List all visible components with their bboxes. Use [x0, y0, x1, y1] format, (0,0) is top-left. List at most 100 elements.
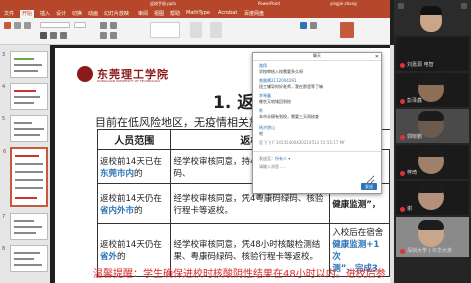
chat-message: 本市半模有到校，需要三天再核查 [259, 114, 319, 119]
mic-muted-icon [400, 99, 405, 104]
dictate-icon[interactable] [340, 22, 354, 38]
thumbnail-slide[interactable]: 7 [2, 213, 48, 240]
title-bar: 返校手册.pptx PowerPoint yingjie zhang [0, 0, 390, 8]
thumbnail-slide[interactable]: 5 [2, 115, 48, 142]
app-window: 返校手册.pptx PowerPoint yingjie zhang 文件 开始… [0, 0, 471, 283]
slide-subtitle: 目前在低风险地区，无疫情相关旅居 [95, 116, 271, 129]
participant-name: 深圳大学 | 许华大弟 [407, 248, 452, 254]
arrange-icon[interactable] [190, 22, 202, 38]
new-slide-icon[interactable] [24, 22, 31, 29]
close-icon[interactable] [461, 3, 467, 9]
thumbnail-number: 6 [3, 149, 7, 155]
participant-name: 谢 [407, 206, 413, 212]
mic-muted-icon [400, 207, 405, 212]
ribbon-tabs: 文件 开始 插入 设计 切换 动画 幻灯片放映 审阅 视图 帮助 MathTyp… [0, 8, 390, 18]
tab-insert[interactable]: 插入 [40, 10, 50, 17]
tab-baidu[interactable]: 百度网盘 [244, 10, 264, 17]
quick-styles-icon[interactable] [210, 22, 222, 38]
participant-name: 梓琦 [407, 170, 418, 176]
chat-panel: 聊天 ✕ 路翔 学校审核入校需要多久呀 曾晨曦2112004291 班工辅导你好… [252, 52, 382, 194]
bold-icon[interactable] [40, 32, 47, 39]
chat-title: 聊天 [313, 53, 321, 58]
thumbnail-number: 5 [2, 116, 6, 122]
tab-review[interactable]: 审阅 [138, 10, 148, 17]
university-name-en: DONGGUAN UNIVERSITY OF TECHNOLOGY [97, 79, 161, 83]
send-to-dropdown[interactable]: 所有人 ▾ [275, 156, 290, 162]
align-left-icon[interactable] [100, 32, 107, 39]
avatar-hair [418, 147, 444, 157]
thumbnail-number: 7 [2, 214, 6, 220]
tab-acrobat[interactable]: Acrobat [218, 10, 237, 16]
cut-icon[interactable] [14, 22, 21, 29]
tab-slideshow[interactable]: 幻灯片放映 [104, 10, 129, 17]
font-selector[interactable] [40, 22, 70, 28]
participants-header [394, 0, 471, 35]
send-to-label: 发送至： [259, 156, 275, 161]
close-icon[interactable]: ✕ [375, 54, 379, 60]
chat-message: 医飞飞 F 14545400420210513 15:55:17 Mf [259, 140, 345, 145]
grid-view-icon[interactable] [398, 3, 404, 9]
table-cell: 返校前14天已在东莞市内的 [96, 149, 172, 184]
university-logo-icon [77, 66, 93, 82]
ribbon-toolbar [0, 18, 390, 45]
user-name[interactable]: yingjie zhang [330, 1, 357, 6]
italic-icon[interactable] [50, 32, 57, 39]
mic-muted-icon [400, 249, 405, 254]
tab-help[interactable]: 帮助 [170, 10, 180, 17]
chat-message: 班工辅导你好老师，我在那里等了嘛 [259, 84, 323, 89]
chat-header: 聊天 ✕ [253, 53, 381, 61]
chat-input-area: 发送至： 所有人 ▾ 发送 [253, 151, 381, 194]
align-center-icon[interactable] [110, 32, 117, 39]
numbering-icon[interactable] [110, 22, 117, 29]
mic-muted-icon [400, 135, 405, 140]
reminder-text: 温馨提醒：学生确保进校时核酸阴性结果在48小时以内。进校后参 [93, 269, 386, 280]
participant-name: 刘嘉源 电智 [407, 62, 434, 68]
app-name: PowerPoint [258, 1, 281, 6]
participants-panel: 刘嘉源 电智 彭泽鑫 郭晓鹏 梓琦 谢 深圳大学 | 许华大弟 [394, 0, 471, 283]
tab-home[interactable]: 开始 [20, 10, 35, 18]
thumbnail-number: 4 [2, 84, 6, 90]
bullets-icon[interactable] [100, 22, 107, 29]
avatar-hair [418, 111, 444, 121]
shapes-gallery[interactable] [150, 22, 180, 38]
paste-icon[interactable] [4, 22, 11, 29]
tab-transitions[interactable]: 切换 [72, 10, 82, 17]
tab-file[interactable]: 文件 [4, 10, 14, 17]
participant-tile[interactable]: 梓琦 [396, 145, 469, 179]
participant-tile[interactable]: 郭晓鹏 [396, 109, 469, 143]
avatar-hair [418, 75, 444, 85]
chat-message: 学校审核入校需要多久呀 [259, 69, 303, 74]
participant-tile[interactable]: 彭泽鑫 [396, 73, 469, 107]
font-size-selector[interactable] [74, 22, 86, 28]
slide-thumbnails: 3 4 5 6 7 8 [0, 45, 50, 283]
thumbnail-slide[interactable]: 4 [2, 83, 48, 110]
replace-icon[interactable] [310, 22, 317, 29]
tab-mathtype[interactable]: MathType [186, 10, 210, 16]
host-video-hair [420, 6, 442, 15]
table-header: 人员范围 [96, 129, 172, 150]
participant-name: 彭泽鑫 [407, 98, 423, 104]
participant-tile[interactable]: 谢 [396, 181, 469, 215]
participant-tile[interactable]: 深圳大学 | 许华大弟 [396, 217, 469, 257]
avatar-hair [418, 183, 444, 193]
tab-view[interactable]: 视图 [154, 10, 164, 17]
thumbnail-slide-selected[interactable]: 6 [3, 147, 48, 207]
underline-icon[interactable] [60, 32, 67, 39]
participant-name: 郭晓鹏 [407, 134, 423, 140]
participant-tile[interactable]: 刘嘉源 电智 [396, 37, 469, 71]
tab-design[interactable]: 设计 [56, 10, 66, 17]
mic-muted-icon [400, 63, 405, 68]
file-name: 返校手册.pptx [150, 1, 177, 6]
thumbnail-number: 3 [2, 52, 6, 58]
chat-input[interactable] [259, 164, 375, 184]
mic-muted-icon [400, 171, 405, 176]
thumbnail-number: 8 [2, 246, 6, 252]
send-button[interactable]: 发送 [361, 183, 377, 190]
thumbnail-slide[interactable]: 3 [2, 51, 48, 78]
tab-animations[interactable]: 动画 [88, 10, 98, 17]
find-icon[interactable] [300, 22, 307, 29]
chat-message: 哪些又地域回到校 [259, 99, 291, 104]
avatar-hair [418, 220, 444, 230]
thumbnail-slide[interactable]: 8 [2, 245, 48, 272]
table-cell: 返校前14天仍在省内外市的 [96, 183, 172, 224]
